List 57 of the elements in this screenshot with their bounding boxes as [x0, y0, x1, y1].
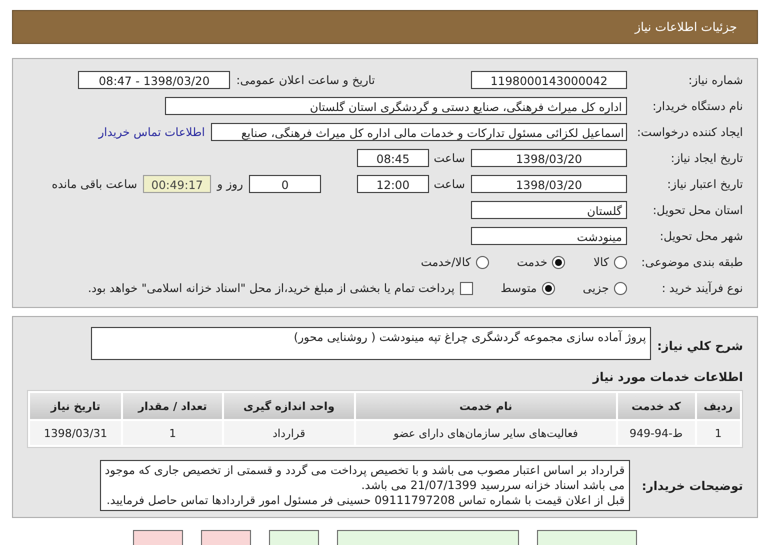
table-cell: 1	[696, 421, 740, 445]
date-field: 1398/03/20	[471, 149, 627, 167]
page-title: جزئیات اطلاعات نیاز	[634, 20, 737, 34]
table-cell: قرارداد	[224, 421, 354, 445]
radio-label: جزیی	[582, 281, 609, 295]
radio-button[interactable]	[552, 256, 566, 268]
buyer-notes: قرارداد بر اساس اعتبار مصوب می باشد و با تخصیص پرداخت می گردد و قسمتی از تخصیص جاری که موجود می باشد اسناد خزانه سررسید 21/07/1399 می باشد. قبل از اعلان قیمت با شماره تماس 09111797208 حسینی فر مسئول امور قراردادها تماس حاصل فرمایید.	[100, 460, 630, 511]
remaining-time-field: 00:49:17	[143, 175, 212, 193]
field-label: نوع فرآیند خرید :	[660, 281, 743, 295]
column-header: نام خدمت	[356, 393, 616, 419]
province-field: گلستان	[471, 201, 627, 219]
time-field: 12:00	[357, 175, 429, 193]
field-label: ساعت	[435, 177, 465, 191]
radio-label: کالا/خدمت	[420, 255, 471, 269]
field-label: شماره نیاز:	[687, 73, 743, 87]
notes-label: توضیحات خریدار:	[642, 478, 743, 492]
column-header: تاریخ نیاز	[30, 393, 122, 419]
field-label: ساعت	[435, 151, 465, 165]
checkbox[interactable]	[460, 282, 473, 294]
table-cell: فعالیت‌های سایر سازمان‌های دارای عضو	[356, 421, 616, 445]
radio-button[interactable]	[542, 282, 555, 294]
summary-field: پروژ آماده سازی مجموعه گردشگری چراغ تپه مینودشت ( روشنایی محور)	[91, 327, 652, 360]
city-field: مینودشت	[471, 227, 627, 245]
field-label: ساعت باقی مانده	[52, 177, 138, 191]
table-cell: 1	[123, 421, 222, 445]
field-label: نام دستگاه خریدار:	[651, 99, 743, 113]
field-label: استان محل تحویل:	[652, 203, 743, 217]
section-title: اطلاعات خدمات مورد نیاز	[591, 370, 743, 384]
need-number-field: 1198000143000042	[471, 71, 627, 89]
radio-label: خدمت	[516, 255, 548, 269]
radio-button[interactable]	[476, 256, 489, 268]
requester-field: اسماعیل لکزائی مسئول تدارکات و خدمات مالی اداره کل میراث فرهنگی، صنایع	[211, 123, 627, 141]
table-cell: ط-94-949	[618, 421, 695, 445]
time-field: 08:45	[357, 149, 429, 167]
summary-label: شرح کلي نياز:	[657, 339, 743, 353]
field-label: تاریخ و ساعت اعلان عمومی:	[236, 73, 375, 87]
field-label: طبقه بندی موضوعی:	[640, 255, 743, 269]
table-cell: 1398/03/31	[30, 421, 122, 445]
column-header: واحد اندازه گیری	[224, 393, 354, 419]
column-header: کد خدمت	[618, 393, 695, 419]
contact-link[interactable]: اطلاعات تماس خریدار	[98, 125, 205, 139]
field-label: ایجاد کننده درخواست:	[636, 125, 743, 139]
radio-button[interactable]	[614, 282, 627, 294]
days-field: 0	[249, 175, 321, 193]
field-label: شهر محل تحویل:	[658, 229, 743, 243]
announce-date-field: 1398/03/20 - 08:47	[78, 71, 230, 89]
column-header: ردیف	[696, 393, 740, 419]
radio-label: متوسط	[500, 281, 537, 295]
date-field: 1398/03/20	[471, 175, 627, 193]
radio-label: کالا	[593, 255, 609, 269]
field-label: روز و	[217, 177, 243, 191]
checkbox-label: پرداخت تمام یا بخشی از مبلغ خرید،از محل "اسناد خزانه اسلامی" خواهد بود.	[88, 281, 455, 295]
buyer-field: اداره کل میراث فرهنگی، صنایع دستی و گردشگری استان گلستان	[165, 97, 627, 115]
radio-button[interactable]	[614, 256, 627, 268]
column-header: تعداد / مقدار	[123, 393, 222, 419]
field-label: تاریخ اعتبار نیاز:	[666, 177, 743, 191]
field-label: تاریخ ایجاد نیاز:	[670, 151, 743, 165]
